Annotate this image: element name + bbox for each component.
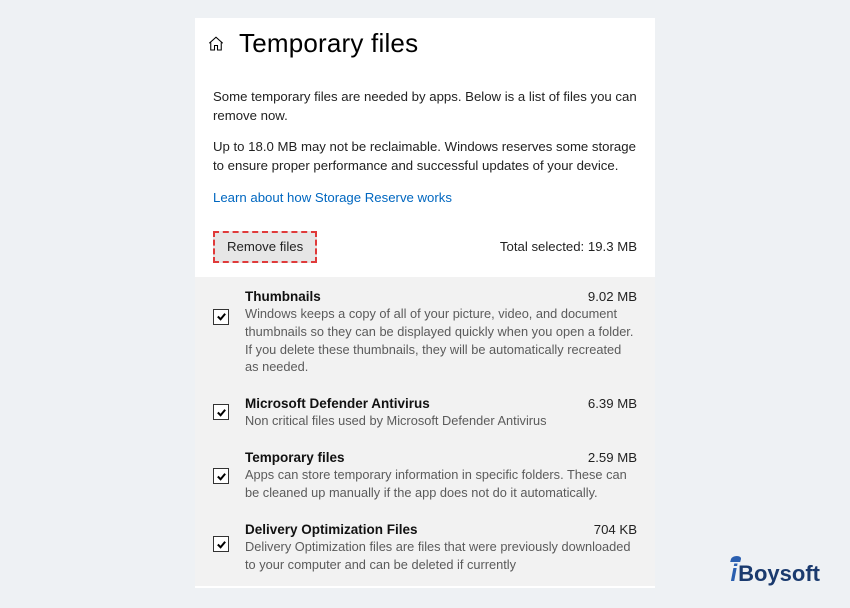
file-description: Windows keeps a copy of all of your pict… bbox=[245, 305, 637, 377]
total-selected-label: Total selected: 19.3 MB bbox=[500, 239, 637, 254]
file-size: 9.02 MB bbox=[588, 289, 637, 304]
file-title: Temporary files bbox=[245, 450, 345, 465]
settings-window: Temporary files Some temporary files are… bbox=[195, 18, 655, 588]
file-item-thumbnails[interactable]: Thumbnails 9.02 MB Windows keeps a copy … bbox=[195, 277, 655, 389]
checkmark-icon bbox=[216, 407, 227, 418]
file-item-delivery-optimization[interactable]: Delivery Optimization Files 704 KB Deliv… bbox=[195, 514, 655, 586]
file-size: 2.59 MB bbox=[588, 450, 637, 465]
watermark-logo: iBoysoft bbox=[730, 560, 820, 588]
file-size: 6.39 MB bbox=[588, 396, 637, 411]
intro-paragraph-1: Some temporary files are needed by apps.… bbox=[213, 87, 637, 125]
file-description: Apps can store temporary information in … bbox=[245, 466, 637, 502]
file-description: Delivery Optimization files are files th… bbox=[245, 538, 637, 574]
home-icon[interactable] bbox=[207, 35, 225, 53]
intro-paragraph-2: Up to 18.0 MB may not be reclaimable. Wi… bbox=[213, 137, 637, 175]
checkmark-icon bbox=[216, 539, 227, 550]
page-title: Temporary files bbox=[239, 28, 418, 59]
watermark-i: i bbox=[730, 560, 737, 588]
file-description: Non critical files used by Microsoft Def… bbox=[245, 412, 637, 430]
files-list: Thumbnails 9.02 MB Windows keeps a copy … bbox=[195, 277, 655, 586]
file-item-defender[interactable]: Microsoft Defender Antivirus 6.39 MB Non… bbox=[195, 388, 655, 442]
storage-reserve-link[interactable]: Learn about how Storage Reserve works bbox=[213, 188, 452, 207]
checkmark-icon bbox=[216, 311, 227, 322]
intro-block: Some temporary files are needed by apps.… bbox=[195, 59, 655, 207]
action-row: Remove files Total selected: 19.3 MB bbox=[195, 207, 655, 277]
file-title: Microsoft Defender Antivirus bbox=[245, 396, 430, 411]
header-row: Temporary files bbox=[195, 18, 655, 59]
file-item-temporary[interactable]: Temporary files 2.59 MB Apps can store t… bbox=[195, 442, 655, 514]
checkbox-thumbnails[interactable] bbox=[213, 309, 229, 325]
remove-files-button[interactable]: Remove files bbox=[213, 231, 317, 263]
file-title: Delivery Optimization Files bbox=[245, 522, 418, 537]
checkbox-delivery-optimization[interactable] bbox=[213, 536, 229, 552]
checkmark-icon bbox=[216, 471, 227, 482]
checkbox-temporary[interactable] bbox=[213, 468, 229, 484]
file-size: 704 KB bbox=[594, 522, 637, 537]
file-title: Thumbnails bbox=[245, 289, 321, 304]
checkbox-defender[interactable] bbox=[213, 404, 229, 420]
watermark-text: Boysoft bbox=[738, 561, 820, 586]
